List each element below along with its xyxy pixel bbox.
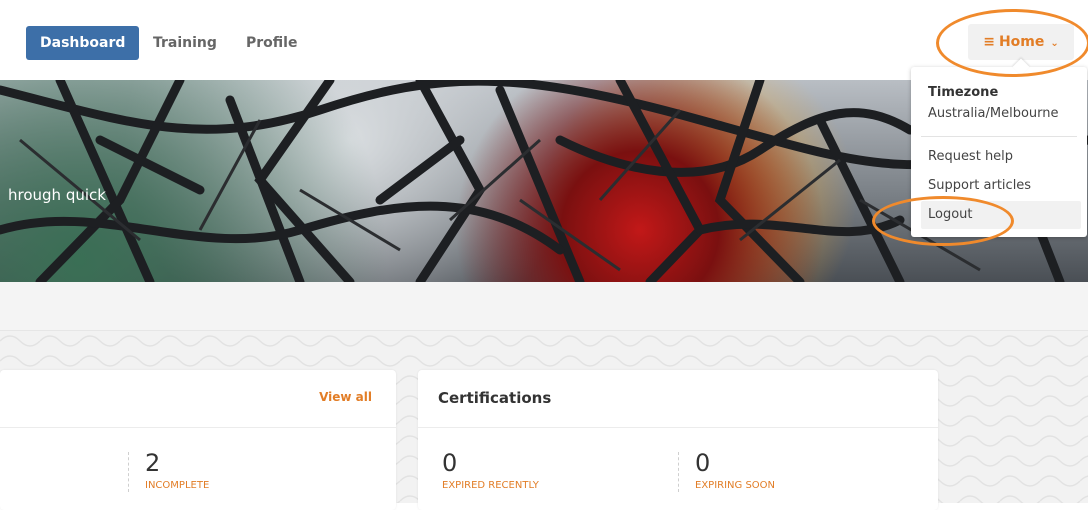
- stat-label: EXPIRING SOON: [695, 480, 776, 491]
- timezone-heading: Timezone: [928, 85, 999, 100]
- annotation-circle-home: [936, 9, 1088, 77]
- stat-divider: [678, 452, 679, 492]
- view-all-link[interactable]: View all: [319, 390, 372, 404]
- timezone-value: Australia/Melbourne: [928, 106, 1059, 121]
- stat-label: EXPIRED RECENTLY: [442, 480, 539, 491]
- stat-value: 0: [442, 449, 458, 477]
- certifications-card: Certifications 0 EXPIRED RECENTLY 0 EXPI…: [418, 370, 938, 510]
- hero-text: hrough quick: [8, 186, 106, 204]
- annotation-circle-logout: [872, 196, 1014, 246]
- stat-value: 0: [695, 449, 711, 477]
- nav-profile[interactable]: Profile: [232, 26, 311, 60]
- nav-training[interactable]: Training: [139, 26, 231, 60]
- stat-expiring-soon[interactable]: 0 EXPIRING SOON: [695, 450, 775, 491]
- training-card-header: View all: [0, 370, 396, 428]
- certifications-card-header: Certifications: [418, 370, 938, 428]
- stat-incomplete[interactable]: 2 INCOMPLETE: [145, 450, 209, 491]
- toolbar-strip: [0, 282, 1088, 331]
- stat-value: 2: [145, 449, 161, 477]
- stat-label: INCOMPLETE: [145, 480, 210, 491]
- stat-divider: [128, 452, 129, 492]
- training-card: View all 2 INCOMPLETE: [0, 370, 396, 510]
- menu-item-request-help[interactable]: Request help: [921, 143, 1081, 171]
- nav-dashboard[interactable]: Dashboard: [26, 26, 140, 60]
- dropdown-divider: [921, 136, 1077, 137]
- certifications-title: Certifications: [438, 389, 552, 407]
- stat-expired-recently[interactable]: 0 EXPIRED RECENTLY: [442, 450, 539, 491]
